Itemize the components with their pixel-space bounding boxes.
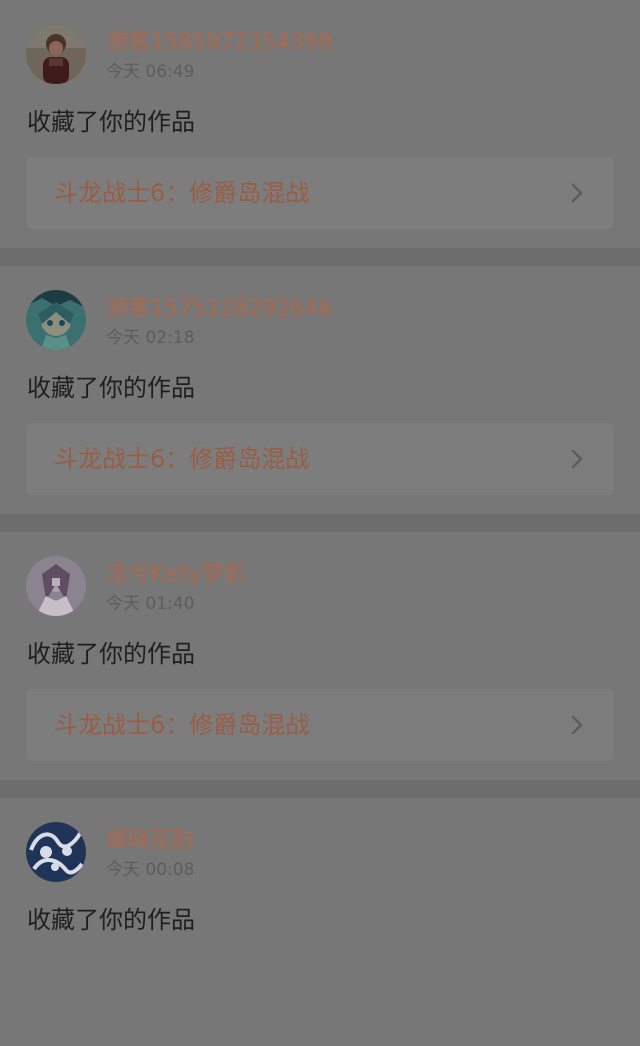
chevron-right-icon bbox=[566, 181, 588, 205]
user-avatar[interactable] bbox=[26, 24, 86, 84]
notification-card: 游客1575128292646 今天 02:18 收藏了你的作品 斗龙战士6：修… bbox=[0, 266, 640, 514]
timestamp: 今天 06:49 bbox=[106, 62, 195, 82]
notification-card: 凉兮Kelly梦影 今天 01:40 收藏了你的作品 斗龙战士6：修爵岛混战 bbox=[0, 532, 640, 780]
notification-feed: 游客1585972354399 今天 06:49 收藏了你的作品 斗龙战士6：修… bbox=[0, 0, 640, 1046]
card-separator bbox=[0, 514, 640, 532]
card-separator bbox=[0, 780, 640, 798]
username-link[interactable]: 游客1575128292646 bbox=[106, 296, 332, 322]
work-link[interactable]: 斗龙战士6：修爵岛混战 bbox=[26, 423, 614, 495]
notification-card: 游客1585972354399 今天 06:49 收藏了你的作品 斗龙战士6：修… bbox=[0, 0, 640, 248]
action-text: 收藏了你的作品 bbox=[27, 108, 195, 136]
user-avatar-icon bbox=[26, 24, 86, 84]
action-text: 收藏了你的作品 bbox=[27, 374, 195, 402]
work-link[interactable]: 斗龙战士6：修爵岛混战 bbox=[26, 157, 614, 229]
notification-card: 蝶晓花韵 今天 00:08 收藏了你的作品 bbox=[0, 798, 640, 1046]
card-separator bbox=[0, 248, 640, 266]
action-text: 收藏了你的作品 bbox=[27, 640, 195, 668]
user-avatar[interactable] bbox=[26, 556, 86, 616]
username-link[interactable]: 蝶晓花韵 bbox=[106, 828, 194, 854]
anime-avatar-icon bbox=[26, 290, 86, 350]
username-link[interactable]: 凉兮Kelly梦影 bbox=[106, 562, 246, 588]
username-link[interactable]: 游客1585972354399 bbox=[106, 30, 332, 56]
illustrated-avatar-icon bbox=[26, 556, 86, 616]
user-avatar[interactable] bbox=[26, 822, 86, 882]
action-text: 收藏了你的作品 bbox=[27, 906, 195, 934]
blue-pattern-avatar-icon bbox=[26, 822, 86, 882]
chevron-right-icon bbox=[566, 447, 588, 471]
work-title: 斗龙战士6：修爵岛混战 bbox=[54, 179, 310, 207]
chevron-right-icon bbox=[566, 713, 588, 737]
work-title: 斗龙战士6：修爵岛混战 bbox=[54, 445, 310, 473]
work-link[interactable]: 斗龙战士6：修爵岛混战 bbox=[26, 689, 614, 761]
timestamp: 今天 00:08 bbox=[106, 860, 195, 880]
work-title: 斗龙战士6：修爵岛混战 bbox=[54, 711, 310, 739]
user-avatar[interactable] bbox=[26, 290, 86, 350]
timestamp: 今天 02:18 bbox=[106, 328, 195, 348]
timestamp: 今天 01:40 bbox=[106, 594, 195, 614]
